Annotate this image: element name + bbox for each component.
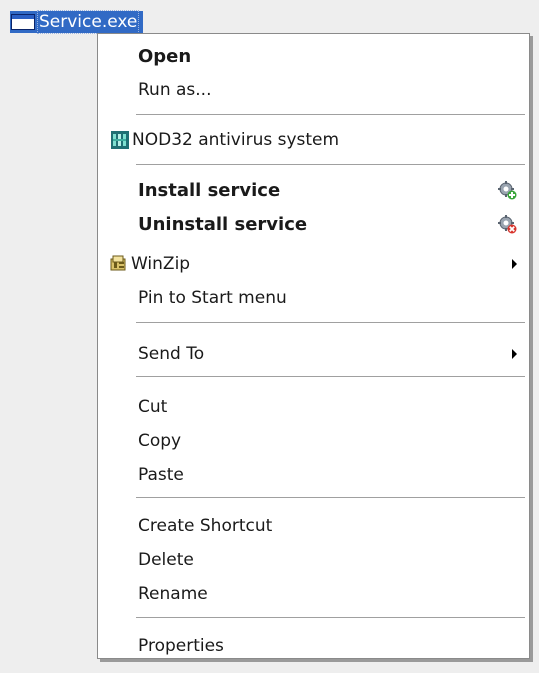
application-window-icon [11, 14, 35, 30]
menu-item-create-shortcut[interactable]: Create Shortcut [98, 510, 529, 542]
menu-separator [136, 164, 525, 165]
menu-item-paste-label: Paste [138, 465, 184, 485]
menu-item-copy-label: Copy [138, 431, 182, 451]
menu-item-properties[interactable]: Properties [98, 630, 529, 662]
winzip-icon [110, 255, 128, 273]
menu-item-winzip-label: WinZip [131, 254, 191, 274]
submenu-arrow-icon [512, 259, 517, 269]
nod32-icon [111, 131, 129, 149]
context-menu: Open Run as... NOD32 antivirus system In… [97, 33, 530, 659]
menu-item-rename[interactable]: Rename [98, 578, 529, 610]
menu-item-create-shortcut-label: Create Shortcut [138, 516, 273, 536]
selected-file-item[interactable]: Service.exe [10, 10, 144, 34]
menu-item-nod32-label: NOD32 antivirus system [132, 130, 340, 150]
menu-item-run-as[interactable]: Run as... [98, 74, 529, 106]
menu-separator [136, 376, 525, 377]
menu-item-cut-label: Cut [138, 397, 168, 417]
menu-item-run-as-label: Run as... [138, 80, 212, 100]
menu-item-winzip[interactable]: WinZip [98, 248, 529, 280]
gear-remove-icon [497, 214, 517, 234]
menu-separator [136, 497, 525, 498]
menu-item-copy[interactable]: Copy [98, 425, 529, 457]
menu-item-pin-start[interactable]: Pin to Start menu [98, 282, 529, 314]
menu-item-rename-label: Rename [138, 584, 208, 604]
menu-item-send-to[interactable]: Send To [98, 338, 529, 370]
menu-item-properties-label: Properties [138, 636, 224, 656]
menu-separator [136, 114, 525, 115]
menu-item-uninstall-service-label: Uninstall service [138, 213, 308, 235]
menu-item-send-to-label: Send To [138, 344, 205, 364]
menu-item-install-service-label: Install service [138, 179, 281, 201]
menu-item-nod32[interactable]: NOD32 antivirus system [98, 124, 529, 156]
menu-item-uninstall-service[interactable]: Uninstall service [98, 208, 529, 240]
menu-item-cut[interactable]: Cut [98, 391, 529, 423]
menu-separator [136, 322, 525, 323]
file-name-label: Service.exe [37, 10, 140, 34]
menu-item-open-label: Open [138, 45, 192, 67]
gear-add-icon [497, 180, 517, 200]
menu-item-paste[interactable]: Paste [98, 459, 529, 491]
menu-item-pin-start-label: Pin to Start menu [138, 288, 287, 308]
menu-item-delete-label: Delete [138, 550, 194, 570]
menu-item-open[interactable]: Open [98, 40, 529, 72]
menu-item-install-service[interactable]: Install service [98, 174, 529, 206]
submenu-arrow-icon [512, 349, 517, 359]
menu-separator [136, 617, 525, 618]
menu-item-delete[interactable]: Delete [98, 544, 529, 576]
